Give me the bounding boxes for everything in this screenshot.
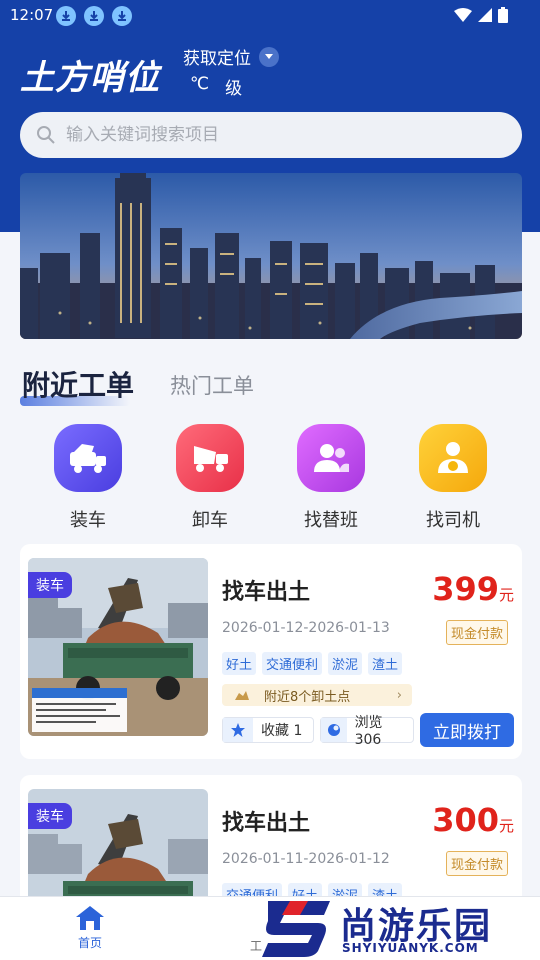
category-loading[interactable]: 装车 <box>33 424 143 532</box>
category-grid: 装车 卸车 找替班 找司机 <box>0 424 540 534</box>
order-tag: 淤泥 <box>328 652 363 675</box>
favorites-count: 收藏 1 <box>261 723 303 739</box>
team-icon <box>297 424 365 492</box>
site-watermark: 尚游乐园 SHYIYUANYK.COM <box>260 895 540 960</box>
temperature-unit: ℃ <box>190 74 210 94</box>
price-unit: 元 <box>498 586 514 604</box>
signal-icon <box>478 8 492 22</box>
order-tag: 好土 <box>222 652 257 675</box>
order-card[interactable]: 装车 找车出土 399元 2026-01-12-2026-01-13 现金付款 … <box>20 544 522 759</box>
home-icon <box>76 906 104 930</box>
chevron-right-icon: › <box>396 687 402 703</box>
eye-icon <box>321 718 347 742</box>
order-tags: 好土 交通便利 淤泥 渣土 <box>222 652 403 675</box>
call-now-button[interactable]: 立即拨打 <box>420 713 514 747</box>
payment-method-badge: 现金付款 <box>445 620 508 645</box>
dump-truck-icon <box>176 424 244 492</box>
location-button[interactable]: 获取定位 <box>183 44 279 69</box>
order-type-badge: 装车 <box>28 572 72 598</box>
category-label: 找司机 <box>426 510 480 531</box>
nav-home[interactable]: 首页 <box>70 905 110 951</box>
app-logo: 土方哨位 <box>20 58 160 98</box>
order-photo: 装车 <box>28 558 208 736</box>
order-card[interactable]: 装车 找车出土 300元 2026-01-11-2026-01-12 现金付款 … <box>20 775 522 915</box>
order-date-range: 2026-01-12-2026-01-13 <box>222 620 390 636</box>
order-date-range: 2026-01-11-2026-01-12 <box>222 851 390 867</box>
category-label: 装车 <box>70 510 106 531</box>
chevron-down-icon <box>259 46 279 67</box>
download-icon <box>56 6 76 26</box>
banner-image[interactable] <box>20 173 522 339</box>
nearby-unload-points[interactable]: 附近8个卸土点 › <box>222 684 412 706</box>
nearby-text: 附近8个卸土点 <box>264 689 351 705</box>
battery-icon <box>498 7 508 23</box>
search-icon <box>37 126 55 144</box>
driver-icon <box>419 424 487 492</box>
tab-hot-orders[interactable]: 热门工单 <box>170 370 254 400</box>
category-label: 找替班 <box>304 510 358 531</box>
order-tag: 交通便利 <box>262 652 323 675</box>
favorite-button[interactable]: 收藏 1 <box>222 717 314 743</box>
download-icon <box>84 6 104 26</box>
price-unit: 元 <box>498 817 514 835</box>
nav-home-label: 首页 <box>77 936 102 950</box>
search-input[interactable] <box>66 125 486 145</box>
price-value: 399 <box>432 570 499 608</box>
wind-level: 级 <box>225 79 243 99</box>
price-value: 300 <box>432 801 499 839</box>
status-time: 12:07 <box>10 6 54 24</box>
views-stat: 浏览 306 <box>320 715 414 748</box>
category-substitute[interactable]: 找替班 <box>276 424 386 532</box>
category-unloading[interactable]: 卸车 <box>155 424 265 532</box>
order-price: 399元 <box>432 570 514 608</box>
location-label: 获取定位 <box>183 49 251 69</box>
download-icon <box>112 6 132 26</box>
watermark-logo-icon <box>262 901 330 957</box>
status-bar: 12:07 <box>0 0 540 32</box>
order-title: 找车出土 <box>222 580 311 605</box>
search-bar[interactable] <box>20 112 522 158</box>
watermark-url: SHYIYUANYK.COM <box>342 941 479 955</box>
category-driver[interactable]: 找司机 <box>398 424 508 532</box>
order-tag: 渣土 <box>368 652 403 675</box>
views-count: 浏览 306 <box>354 715 383 748</box>
weather-info: ℃ 级 <box>190 74 242 99</box>
star-icon <box>223 718 253 742</box>
dump-site-icon <box>235 691 249 700</box>
wifi-icon <box>454 8 472 22</box>
order-tabs: 附近工单 热门工单 <box>20 362 520 412</box>
category-label: 卸车 <box>192 510 228 531</box>
order-price: 300元 <box>432 801 514 839</box>
payment-method-badge: 现金付款 <box>445 851 508 876</box>
order-title: 找车出土 <box>222 811 311 836</box>
loader-truck-icon <box>54 424 122 492</box>
order-type-badge: 装车 <box>28 803 72 829</box>
tab-nearby-orders[interactable]: 附近工单 <box>22 364 134 404</box>
